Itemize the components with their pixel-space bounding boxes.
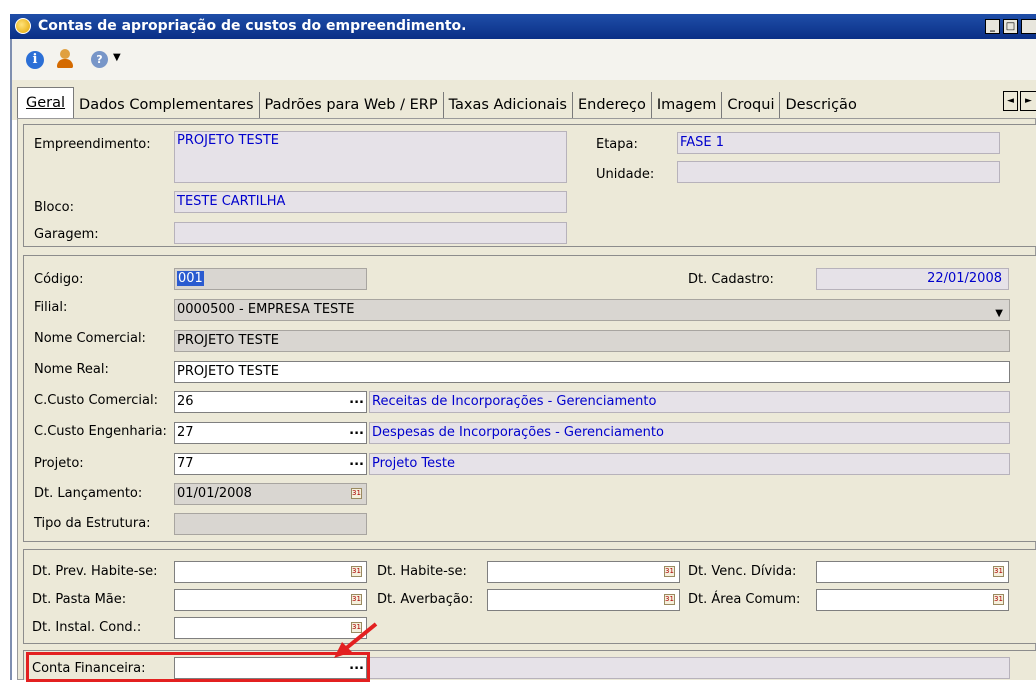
dt-lancamento-label: Dt. Lançamento: bbox=[34, 486, 143, 501]
close-button[interactable] bbox=[1021, 19, 1036, 34]
ccusto-comercial-description: Receitas de Incorporações - Gerenciament… bbox=[369, 391, 1010, 413]
dt-cadastro-field[interactable]: 22/01/2008 bbox=[816, 268, 1009, 290]
ccusto-engenharia-label: C.Custo Engenharia: bbox=[34, 424, 167, 439]
user-icon[interactable] bbox=[55, 48, 75, 70]
dt-venc-divida-field[interactable]: 31 bbox=[816, 561, 1009, 583]
chevron-down-icon[interactable]: ▼ bbox=[995, 304, 1003, 320]
ccusto-engenharia-description: Despesas de Incorporações - Gerenciament… bbox=[369, 422, 1010, 444]
nome-comercial-label: Nome Comercial: bbox=[34, 331, 146, 346]
codigo-field[interactable]: 001 bbox=[174, 268, 367, 290]
dt-prev-habite-field[interactable]: 31 bbox=[174, 561, 367, 583]
minimize-button[interactable]: _ bbox=[985, 19, 1000, 34]
garagem-label: Garagem: bbox=[34, 227, 99, 242]
dt-lancamento-field[interactable]: 01/01/2008 31 bbox=[174, 483, 367, 505]
empreendimento-label: Empreendimento: bbox=[34, 137, 151, 152]
tab-padroes-web-erp[interactable]: Padrões para Web / ERP bbox=[260, 92, 444, 118]
projeto-description: Projeto Teste bbox=[369, 453, 1010, 475]
dt-averbacao-field[interactable]: 31 bbox=[487, 589, 680, 611]
filial-select[interactable]: 0000500 - EMPRESA TESTE ▼ bbox=[174, 299, 1010, 321]
dt-instal-cond-label: Dt. Instal. Cond.: bbox=[32, 620, 142, 635]
etapa-field[interactable]: FASE 1 bbox=[677, 132, 1000, 154]
tab-descricao[interactable]: Descrição bbox=[780, 92, 870, 118]
dt-pasta-mae-field[interactable]: 31 bbox=[174, 589, 367, 611]
nome-real-field[interactable]: PROJETO TESTE bbox=[174, 361, 1010, 383]
dt-venc-divida-label: Dt. Venc. Dívida: bbox=[688, 564, 797, 579]
tab-strip: Geral Dados Complementares Padrões para … bbox=[17, 87, 870, 118]
bloco-field[interactable]: TESTE CARTILHA bbox=[174, 191, 567, 213]
info-icon[interactable]: i bbox=[26, 51, 44, 69]
dt-area-comum-field[interactable]: 31 bbox=[816, 589, 1009, 611]
unidade-label: Unidade: bbox=[596, 167, 655, 182]
calendar-icon[interactable]: 31 bbox=[993, 594, 1004, 605]
red-arrow-icon bbox=[334, 622, 378, 658]
annotation-highlight-box bbox=[26, 652, 370, 682]
toolbar: i ? ▼ bbox=[12, 39, 1036, 80]
calendar-icon[interactable]: 31 bbox=[351, 594, 362, 605]
projeto-lookup-button[interactable]: ... bbox=[349, 454, 364, 470]
header-panel: Empreendimento: PROJETO TESTE Etapa: FAS… bbox=[23, 124, 1036, 247]
ccusto-comercial-label: C.Custo Comercial: bbox=[34, 393, 158, 408]
dates-panel: Dt. Prev. Habite-se: 31 Dt. Habite-se: 3… bbox=[23, 549, 1036, 644]
app-icon bbox=[15, 18, 31, 34]
ccusto-comercial-field[interactable]: 26... bbox=[174, 391, 367, 413]
filial-label: Filial: bbox=[34, 300, 68, 315]
dt-cadastro-label: Dt. Cadastro: bbox=[688, 272, 774, 287]
unidade-field[interactable] bbox=[677, 161, 1000, 183]
dt-habite-label: Dt. Habite-se: bbox=[377, 564, 467, 579]
codigo-value: 001 bbox=[177, 271, 204, 286]
conta-financeira-description bbox=[369, 657, 1010, 679]
tab-dados-complementares[interactable]: Dados Complementares bbox=[74, 92, 260, 118]
ccusto-engenharia-field[interactable]: 27... bbox=[174, 422, 367, 444]
projeto-value: 77 bbox=[177, 456, 194, 471]
ccusto-engenharia-value: 27 bbox=[177, 425, 194, 440]
filial-value: 0000500 - EMPRESA TESTE bbox=[177, 302, 355, 317]
tipo-estrutura-select[interactable] bbox=[174, 513, 367, 535]
nome-real-label: Nome Real: bbox=[34, 362, 109, 377]
tab-imagem[interactable]: Imagem bbox=[652, 92, 723, 118]
window-frame bbox=[10, 39, 12, 680]
projeto-label: Projeto: bbox=[34, 456, 84, 471]
nome-comercial-field[interactable]: PROJETO TESTE bbox=[174, 330, 1010, 352]
codigo-label: Código: bbox=[34, 272, 84, 287]
dt-habite-field[interactable]: 31 bbox=[487, 561, 680, 583]
tab-croqui[interactable]: Croqui bbox=[722, 92, 781, 118]
tab-scroll-right-button[interactable]: ► bbox=[1020, 91, 1036, 111]
main-panel: Código: 001 Dt. Cadastro: 22/01/2008 Fil… bbox=[23, 255, 1036, 542]
help-icon[interactable]: ? bbox=[91, 51, 108, 68]
dt-pasta-mae-label: Dt. Pasta Mãe: bbox=[32, 592, 127, 607]
dt-lancamento-value: 01/01/2008 bbox=[177, 486, 252, 501]
projeto-field[interactable]: 77... bbox=[174, 453, 367, 475]
etapa-label: Etapa: bbox=[596, 137, 638, 152]
tab-geral[interactable]: Geral bbox=[17, 87, 75, 118]
ccusto-comercial-lookup-button[interactable]: ... bbox=[349, 392, 364, 408]
calendar-icon[interactable]: 31 bbox=[664, 594, 675, 605]
dt-averbacao-label: Dt. Averbação: bbox=[377, 592, 474, 607]
dt-area-comum-label: Dt. Área Comum: bbox=[688, 592, 801, 607]
window-title-bar: Contas de apropriação de custos do empre… bbox=[10, 14, 1036, 39]
bloco-label: Bloco: bbox=[34, 200, 74, 215]
window-title: Contas de apropriação de custos do empre… bbox=[38, 18, 467, 34]
calendar-icon[interactable]: 31 bbox=[351, 566, 362, 577]
dropdown-arrow-icon[interactable]: ▼ bbox=[113, 52, 121, 63]
garagem-field[interactable] bbox=[174, 222, 567, 244]
calendar-icon[interactable]: 31 bbox=[351, 488, 362, 499]
maximize-button[interactable]: □ bbox=[1003, 19, 1018, 34]
ccusto-engenharia-lookup-button[interactable]: ... bbox=[349, 423, 364, 439]
calendar-icon[interactable]: 31 bbox=[664, 566, 675, 577]
tab-scroll-left-button[interactable]: ◄ bbox=[1003, 91, 1018, 111]
ccusto-comercial-value: 26 bbox=[177, 394, 194, 409]
empreendimento-field[interactable]: PROJETO TESTE bbox=[174, 131, 567, 183]
calendar-icon[interactable]: 31 bbox=[993, 566, 1004, 577]
tab-taxas-adicionais[interactable]: Taxas Adicionais bbox=[444, 92, 573, 118]
tab-endereco[interactable]: Endereço bbox=[573, 92, 652, 118]
dt-prev-habite-label: Dt. Prev. Habite-se: bbox=[32, 564, 158, 579]
tipo-estrutura-label: Tipo da Estrutura: bbox=[34, 516, 151, 531]
